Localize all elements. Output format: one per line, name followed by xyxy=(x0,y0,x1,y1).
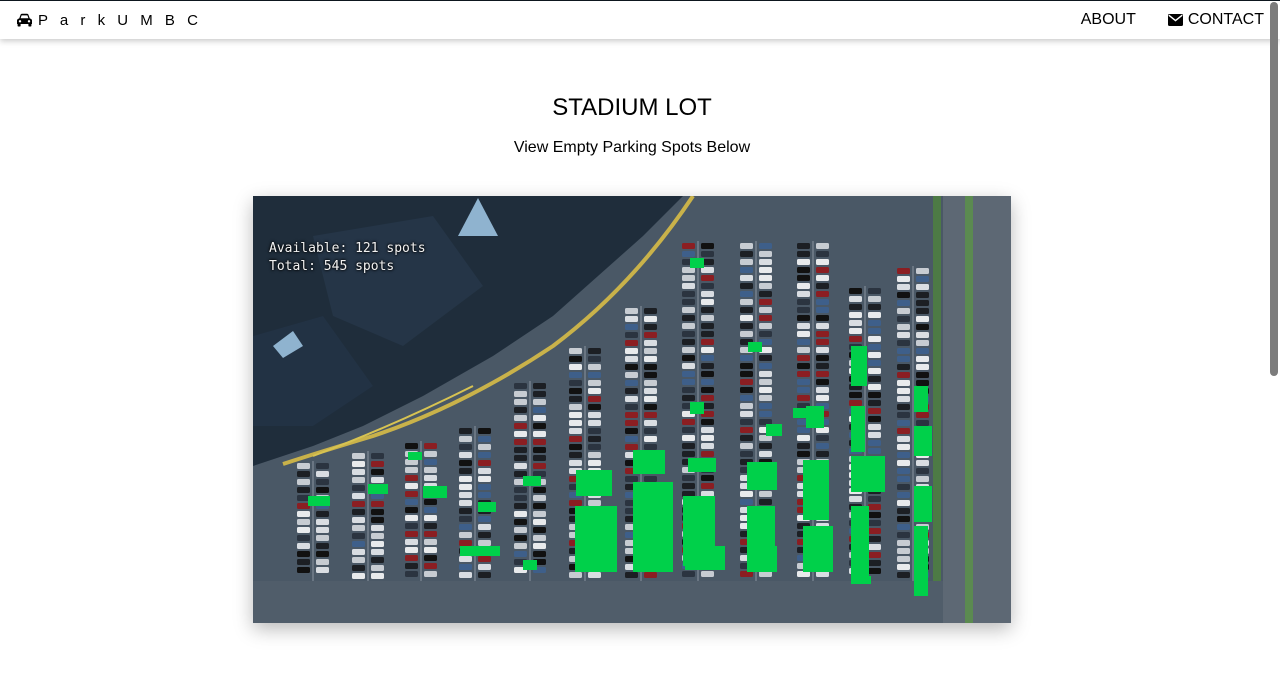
empty-spot-marker xyxy=(851,346,867,386)
empty-spot-marker xyxy=(851,576,871,584)
empty-spot-marker xyxy=(523,476,541,486)
empty-spot-marker xyxy=(747,476,777,490)
empty-spot-marker xyxy=(368,484,388,494)
navbar: P a r k U M B C ABOUT CONTACT xyxy=(0,1,1280,39)
spot-count-overlay: Available: 121 spots Total: 545 spots xyxy=(269,240,426,276)
empty-spot-marker xyxy=(806,406,824,428)
nav-contact-link[interactable]: CONTACT xyxy=(1167,11,1264,29)
empty-spot-marker xyxy=(914,486,932,522)
empty-spot-marker xyxy=(688,458,716,472)
empty-spot-marker xyxy=(793,408,807,418)
empty-spot-marker xyxy=(690,258,704,268)
empty-spot-marker xyxy=(747,546,777,572)
empty-spot-marker xyxy=(851,406,865,452)
page-subtitle: View Empty Parking Spots Below xyxy=(513,139,751,156)
empty-spot-marker xyxy=(576,470,612,496)
empty-spot-marker xyxy=(633,450,665,474)
parking-lot-camera-feed: Available: 121 spots Total: 545 spots xyxy=(253,196,1011,623)
empty-spot-marker xyxy=(690,402,704,414)
empty-spot-marker xyxy=(633,482,673,572)
empty-spot-marker xyxy=(914,426,932,456)
empty-spot-marker xyxy=(803,460,829,520)
empty-spot-marker xyxy=(803,526,833,572)
empty-spot-marker xyxy=(766,424,782,436)
empty-spot-marker xyxy=(914,386,928,412)
brand-logo[interactable]: P a r k U M B C xyxy=(16,1,202,39)
nav-about-label: ABOUT xyxy=(1080,11,1136,28)
empty-spot-marker xyxy=(308,496,330,506)
empty-spot-marker xyxy=(914,526,928,596)
empty-spot-marker xyxy=(851,456,885,492)
empty-spot-marker xyxy=(747,462,777,476)
empty-spot-marker xyxy=(748,342,762,352)
empty-spot-marker xyxy=(747,506,775,546)
nav-contact-label: CONTACT xyxy=(1187,11,1264,28)
empty-spot-marker xyxy=(408,452,422,460)
nav-about-link[interactable]: ABOUT xyxy=(1081,11,1136,29)
empty-spot-marker xyxy=(423,486,447,498)
empty-spot-marker xyxy=(460,546,500,556)
empty-spot-marker xyxy=(478,502,496,512)
page-scrollbar[interactable] xyxy=(1270,2,1278,376)
nav-links: ABOUT CONTACT xyxy=(1081,1,1264,39)
total-spots-text: Total: 545 spots xyxy=(269,259,395,274)
empty-spot-marker xyxy=(851,506,869,576)
car-icon xyxy=(16,13,33,27)
brand-name: P a r k U M B C xyxy=(38,11,202,29)
available-spots-text: Available: 121 spots xyxy=(269,241,426,256)
page-title: STADIUM LOT xyxy=(552,94,712,121)
empty-spot-marker xyxy=(575,506,617,572)
empty-spot-marker xyxy=(685,546,725,570)
empty-spot-marker xyxy=(523,560,537,570)
envelope-icon xyxy=(1167,14,1188,26)
